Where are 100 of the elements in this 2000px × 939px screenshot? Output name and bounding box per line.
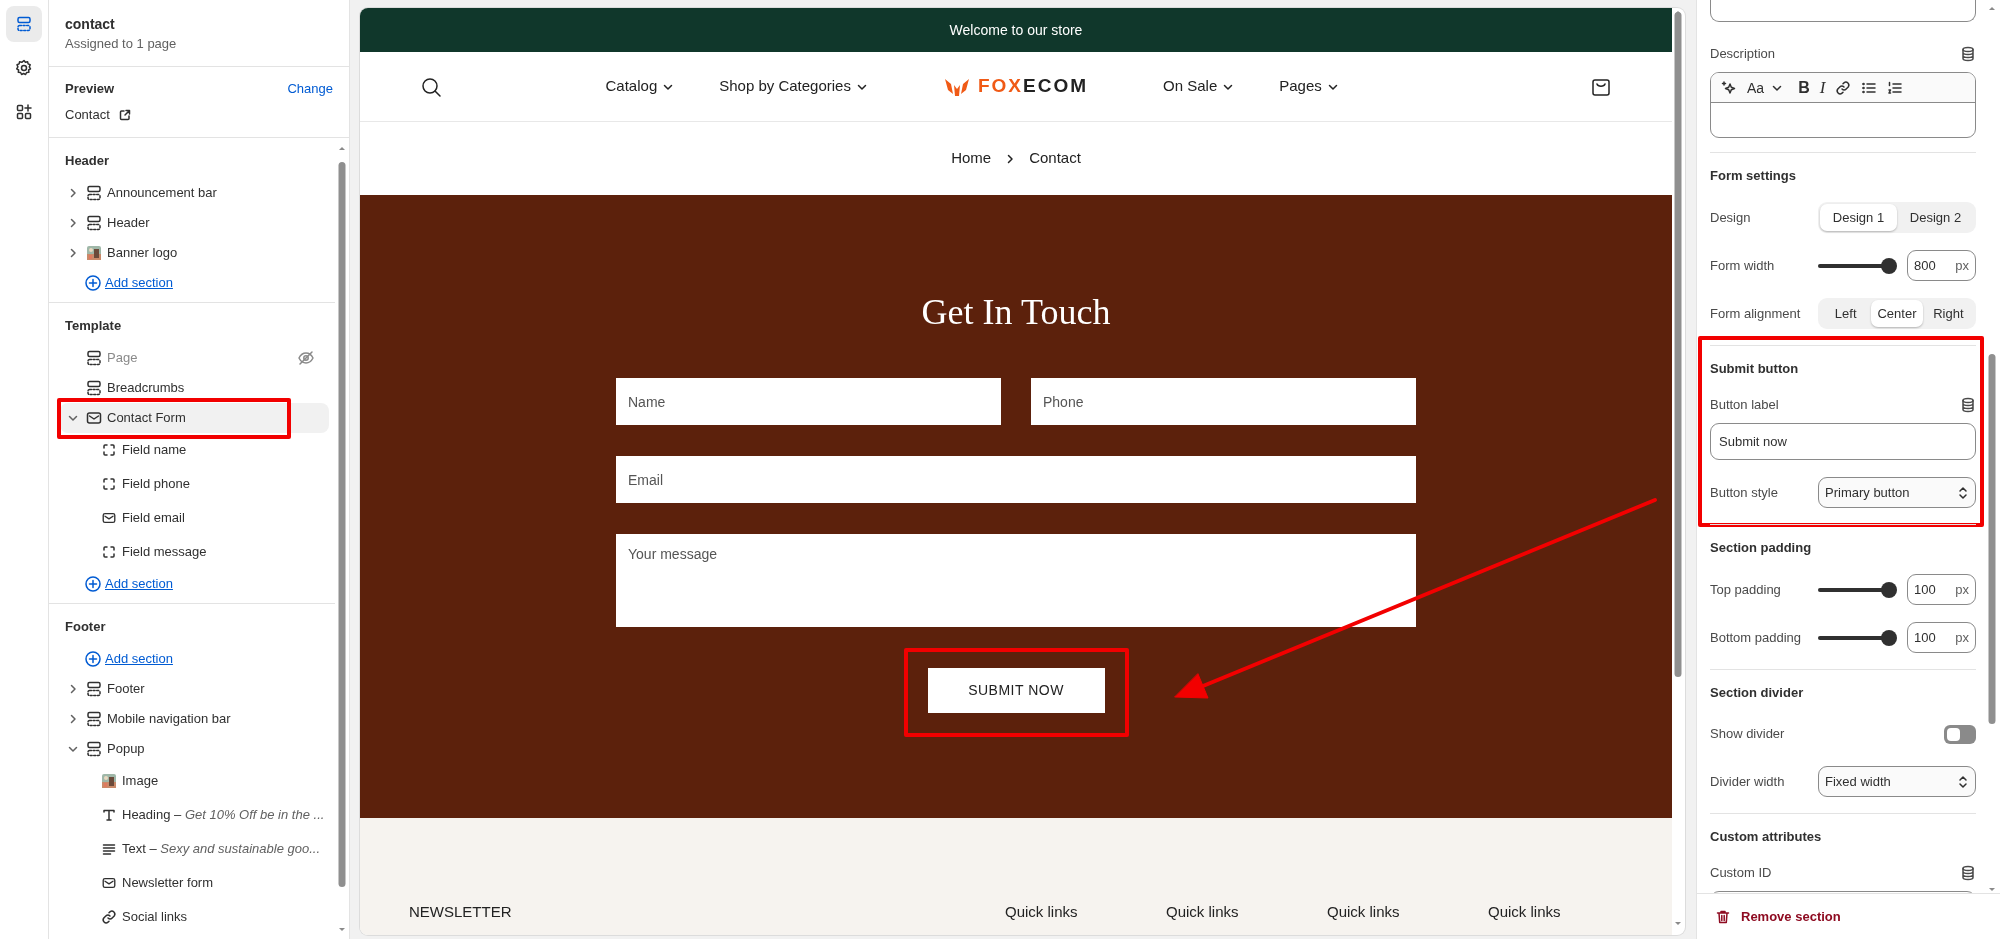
nav-link[interactable]: On Sale [1163, 75, 1234, 98]
breadcrumb-link[interactable]: Contact [1029, 147, 1081, 170]
slider-thumb[interactable] [1881, 581, 1897, 598]
group-heading: Form settings [1710, 167, 1797, 185]
section-item[interactable]: Header [60, 208, 329, 238]
section-item[interactable]: Announcement bar [60, 178, 329, 208]
section-item[interactable]: Banner logo [60, 238, 329, 268]
toggle-switch[interactable] [1944, 724, 1976, 744]
breadcrumb-link[interactable]: Home [951, 147, 992, 170]
slider-thumb[interactable] [1881, 629, 1897, 646]
field-label: Form alignment [1710, 305, 1802, 322]
template-subtitle: Assigned to 1 page [65, 35, 178, 53]
submit-button[interactable]: SUBMIT NOW [927, 668, 1105, 713]
dashed-frame-icon [101, 544, 117, 560]
announcement-bar: Welcome to our store [360, 8, 1672, 52]
logo-icon [943, 76, 970, 97]
font-menu-button[interactable]: Aa [1747, 78, 1783, 97]
dashed-frame-icon [101, 476, 117, 492]
segment-option[interactable]: Right [1922, 300, 1974, 327]
add-section-link[interactable]: Add section [65, 268, 329, 298]
preview-heading: Preview [65, 80, 115, 98]
nav-link[interactable]: Pages [1279, 75, 1338, 98]
section-item[interactable]: Popup [60, 734, 329, 764]
slider[interactable] [1818, 629, 1897, 646]
number-field[interactable]: 100 px [1907, 574, 1976, 605]
trash-icon [1715, 908, 1731, 925]
database-icon [1960, 865, 1976, 881]
group-heading: Footer [65, 618, 107, 636]
link-icon [1835, 79, 1852, 96]
add-section-link[interactable]: Add section [65, 569, 329, 599]
block-item[interactable]: Field message [65, 535, 329, 569]
slider[interactable] [1818, 257, 1897, 274]
field-label: Form width [1710, 257, 1776, 274]
numbered-list-icon[interactable] [1887, 79, 1904, 96]
number-field[interactable]: 100 px [1907, 622, 1976, 653]
remove-section-button[interactable]: Remove section [1715, 906, 1841, 927]
logo-text[interactable]: FOXECOM [977, 72, 1089, 101]
field-label: Bottom padding [1710, 629, 1803, 646]
section-item[interactable]: Footer [60, 674, 329, 704]
rich-text-editor[interactable]: Aa B I [1710, 72, 1976, 138]
block-item[interactable]: Heading – Get 10% Off be in the ... [65, 798, 329, 832]
segment-option[interactable]: Left [1820, 300, 1872, 327]
database-icon [1960, 397, 1976, 413]
section-item[interactable]: Contact Form [60, 403, 329, 433]
layout-icon [85, 710, 103, 728]
database-icon [1960, 46, 1976, 62]
segment-option[interactable]: Center [1871, 300, 1923, 327]
text-field[interactable] [1710, 0, 1976, 22]
block-item[interactable]: Field email [65, 501, 329, 535]
segmented-control[interactable]: Left Center Right [1818, 298, 1976, 329]
chevron-right-icon [1005, 153, 1016, 164]
change-link[interactable]: Change [287, 79, 333, 99]
nav-link[interactable]: Catalog [605, 75, 674, 98]
external-link-icon[interactable] [117, 108, 132, 122]
updown-chevron-icon [1957, 774, 1969, 789]
layout-icon [85, 680, 103, 698]
layout-icon [85, 184, 103, 202]
input-field[interactable]: Name [616, 378, 1001, 425]
section-item[interactable]: Breadcrumbs [60, 373, 329, 403]
preview-page-name: Contact [65, 106, 110, 124]
input-field[interactable]: Phone [1031, 378, 1416, 425]
slider-thumb[interactable] [1881, 257, 1897, 274]
footer-column-heading: Quick links [1166, 902, 1240, 922]
section-item[interactable]: Page [60, 343, 329, 373]
input-field[interactable]: Email [616, 456, 1416, 503]
link-button[interactable] [1835, 79, 1852, 96]
block-item[interactable]: Social links [65, 900, 329, 934]
segment-option[interactable]: Design 2 [1897, 204, 1974, 231]
sections-icon[interactable] [6, 6, 42, 42]
bold-button[interactable]: B [1798, 78, 1810, 97]
text-field[interactable]: Submit now [1710, 423, 1976, 460]
block-item[interactable]: Image [65, 764, 329, 798]
message-field[interactable]: Your message [616, 534, 1416, 627]
dashed-frame-icon [101, 442, 117, 458]
add-section-link[interactable]: Add section [65, 644, 329, 674]
block-item[interactable]: Field name [65, 433, 329, 467]
nav-link[interactable]: Shop by Categories [719, 75, 867, 98]
block-item[interactable]: Field phone [65, 467, 329, 501]
field-label: Button label [1710, 396, 1779, 414]
form-title: Get In Touch [921, 291, 1111, 334]
block-item[interactable]: Newsletter form [65, 866, 329, 900]
layout-icon [85, 349, 103, 367]
layout-icon [85, 740, 103, 758]
section-item[interactable]: Mobile navigation bar [60, 704, 329, 734]
group-heading: Header [65, 152, 111, 170]
select-field[interactable]: Fixed width [1818, 766, 1976, 797]
group-heading: Section padding [1710, 539, 1813, 557]
template-title: contact [65, 15, 116, 34]
search-icon[interactable] [420, 75, 442, 98]
plus-circle-icon [84, 575, 102, 593]
segment-option[interactable]: Design 1 [1820, 204, 1897, 231]
lines-icon [101, 841, 117, 857]
select-field[interactable]: Primary button [1818, 477, 1976, 508]
segmented-control[interactable]: Design 1 Design 2 [1818, 202, 1976, 233]
slider[interactable] [1818, 581, 1897, 598]
field-label: Custom ID [1710, 864, 1772, 882]
number-field[interactable]: 800 px [1907, 250, 1976, 281]
sparkle-icon[interactable] [1721, 79, 1737, 96]
block-item[interactable]: Text – Sexy and sustainable goo... [65, 832, 329, 866]
italic-button[interactable]: I [1819, 78, 1826, 97]
